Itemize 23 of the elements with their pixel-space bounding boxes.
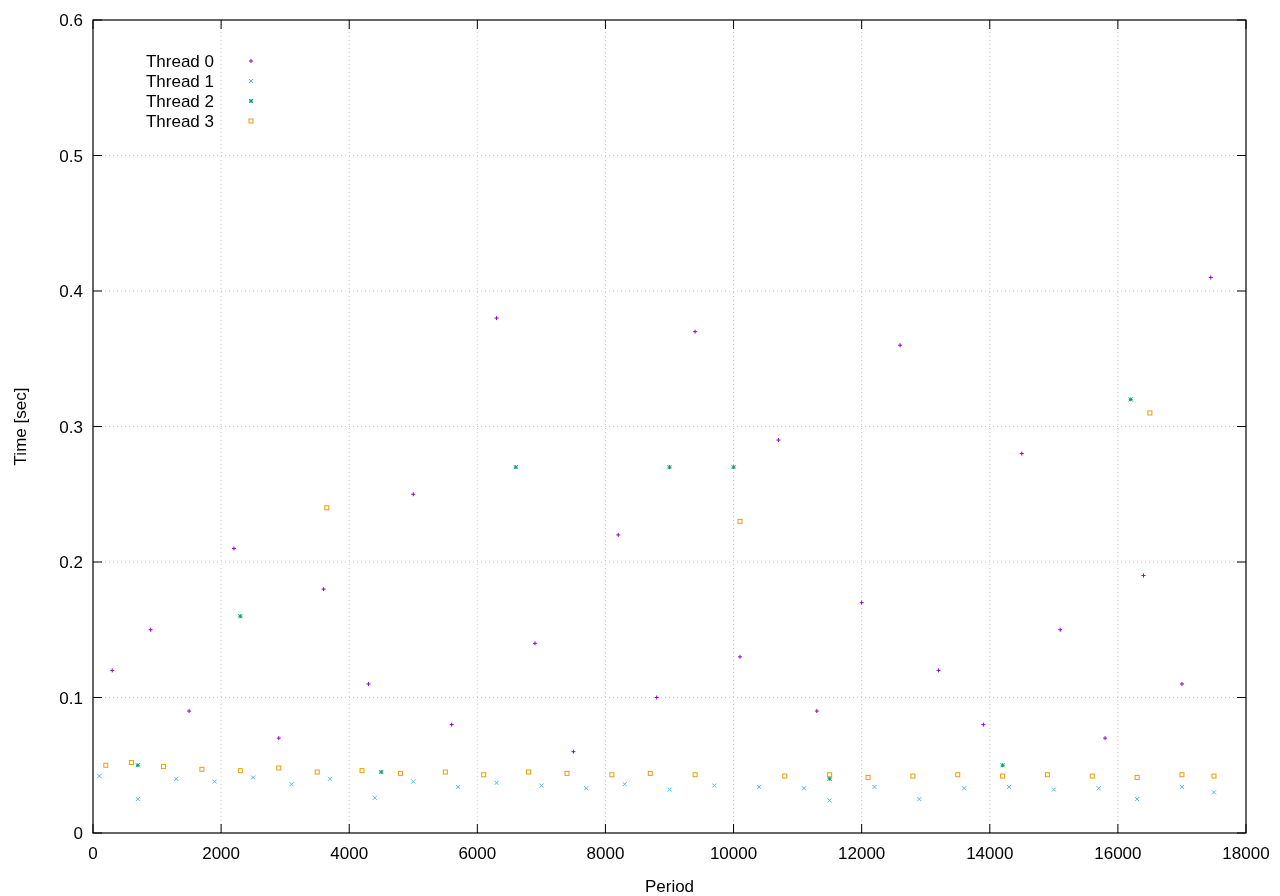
y-tick-label: 0.5 <box>59 146 83 166</box>
y-tick-label: 0.4 <box>59 282 83 301</box>
y-tick-label: 0 <box>73 824 83 843</box>
y-tick-label: 0.6 <box>59 11 83 30</box>
y-tick-label: 0.2 <box>59 553 83 572</box>
x-axis-label: Period <box>644 877 695 896</box>
x-tick-label: 6000 <box>458 844 497 863</box>
x-tick-label: 8000 <box>586 844 625 863</box>
legend-label: Thread 1 <box>145 72 214 91</box>
legend-label: Thread 2 <box>145 92 214 111</box>
x-tick-label: 12000 <box>838 844 886 863</box>
x-tick-label: 4000 <box>330 844 369 863</box>
x-tick-label: 2000 <box>202 844 241 863</box>
x-tick-label: 16000 <box>1094 844 1142 863</box>
legend-label: Thread 3 <box>145 112 214 131</box>
x-tick-label: 18000 <box>1222 844 1270 863</box>
y-axis-label: Time [sec] <box>11 387 30 466</box>
x-tick-label: 10000 <box>709 844 758 863</box>
y-tick-label: 0.3 <box>59 417 83 437</box>
x-tick-label: 0 <box>88 844 98 863</box>
legend-label: Thread 0 <box>145 52 214 71</box>
x-tick-label: 14000 <box>966 844 1014 863</box>
y-tick-label: 0.1 <box>59 688 83 708</box>
